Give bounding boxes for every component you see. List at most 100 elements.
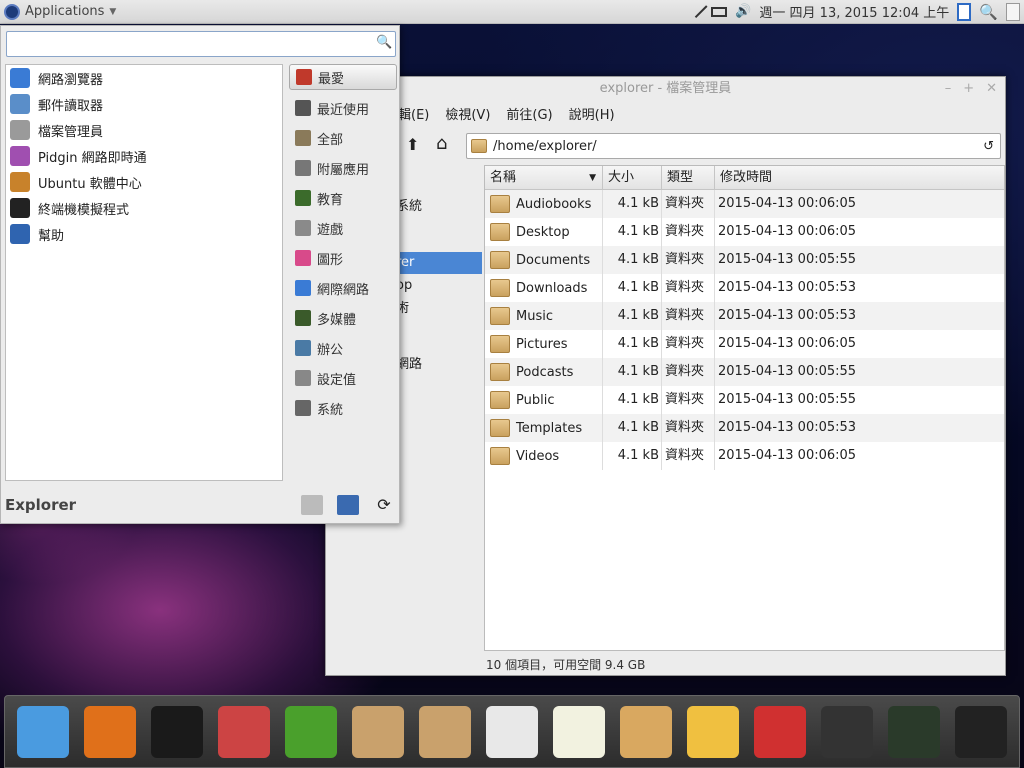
category-item[interactable]: 多媒體 bbox=[289, 303, 397, 333]
window-titlebar[interactable]: explorer - 檔案管理員 – + ✕ bbox=[326, 77, 1005, 101]
category-item[interactable]: 圖形 bbox=[289, 243, 397, 273]
table-row[interactable]: Podcasts 4.1 kB 資料夾 2015-04-13 00:05:55 bbox=[485, 358, 1004, 386]
column-name[interactable]: 名稱 ▼ bbox=[485, 166, 603, 189]
videos-folder-icon bbox=[490, 447, 510, 465]
search-icon[interactable]: 🔍 bbox=[979, 3, 998, 21]
volume-icon[interactable]: 🔊 bbox=[735, 4, 751, 19]
menu-view[interactable]: 檢視(V) bbox=[445, 104, 490, 123]
package-installer-icon[interactable] bbox=[352, 705, 404, 758]
disc-burner-icon[interactable] bbox=[754, 705, 806, 758]
system-monitor-icon[interactable] bbox=[955, 705, 1007, 758]
path-bar[interactable]: /home/explorer/ ↺ bbox=[466, 133, 1001, 159]
desktop-folder-icon bbox=[490, 223, 510, 241]
file-size: 4.1 kB bbox=[603, 330, 662, 358]
category-item[interactable]: 辦公 bbox=[289, 333, 397, 363]
column-size[interactable]: 大小 bbox=[603, 166, 662, 189]
applications-label: Applications bbox=[25, 4, 105, 19]
minimize-icon[interactable]: – bbox=[945, 77, 952, 101]
favorite-item[interactable]: 網路瀏覽器 bbox=[6, 65, 282, 91]
table-row[interactable]: Templates 4.1 kB 資料夾 2015-04-13 00:05:53 bbox=[485, 414, 1004, 442]
table-row[interactable]: Music 4.1 kB 資料夾 2015-04-13 00:05:53 bbox=[485, 302, 1004, 330]
table-row[interactable]: Pictures 4.1 kB 資料夾 2015-04-13 00:06:05 bbox=[485, 330, 1004, 358]
favorite-label: 郵件讀取器 bbox=[38, 98, 104, 114]
menu-help[interactable]: 說明(H) bbox=[569, 104, 615, 123]
games-icon bbox=[295, 220, 311, 236]
favorite-item[interactable]: 終端機模擬程式 bbox=[6, 195, 282, 221]
category-item[interactable]: 最近使用 bbox=[289, 93, 397, 123]
category-label: 遊戲 bbox=[317, 222, 344, 238]
workspace-1-icon[interactable] bbox=[957, 2, 972, 21]
favorite-item[interactable]: 郵件讀取器 bbox=[6, 91, 282, 117]
battery-icon[interactable] bbox=[711, 6, 728, 17]
pidgin-icon bbox=[10, 146, 30, 166]
file-manager-icon bbox=[10, 120, 30, 140]
menu-edit[interactable]: 輯(E) bbox=[398, 104, 429, 123]
category-item[interactable]: 教育 bbox=[289, 183, 397, 213]
category-item[interactable]: 系統 bbox=[289, 393, 397, 423]
column-modified[interactable]: 修改時間 bbox=[715, 166, 1004, 189]
workspace-2-icon[interactable] bbox=[1006, 2, 1020, 21]
favorite-item[interactable]: 檔案管理員 bbox=[6, 117, 282, 143]
favorite-item[interactable]: Ubuntu 軟體中心 bbox=[6, 169, 282, 195]
file-name: Music bbox=[516, 308, 553, 324]
blank-document-icon[interactable] bbox=[486, 705, 538, 758]
settings-manager-icon[interactable] bbox=[301, 495, 323, 515]
menu-go[interactable]: 前往(G) bbox=[506, 104, 552, 123]
home-icon[interactable]: ⌂ bbox=[436, 133, 447, 154]
close-icon[interactable]: ✕ bbox=[986, 77, 997, 101]
file-modified: 2015-04-13 00:05:55 bbox=[718, 392, 857, 407]
maximize-icon[interactable]: + bbox=[963, 77, 974, 101]
logout-icon[interactable]: ⟳ bbox=[373, 495, 395, 515]
package-download-icon[interactable] bbox=[419, 705, 471, 758]
reload-icon[interactable]: ↺ bbox=[983, 139, 994, 154]
favorite-label: Ubuntu 軟體中心 bbox=[38, 176, 142, 192]
table-row[interactable]: Audiobooks 4.1 kB 資料夾 2015-04-13 00:06:05 bbox=[485, 190, 1004, 218]
lock-screen-icon[interactable] bbox=[337, 495, 359, 515]
table-row[interactable]: Documents 4.1 kB 資料夾 2015-04-13 00:05:55 bbox=[485, 246, 1004, 274]
category-item[interactable]: 遊戲 bbox=[289, 213, 397, 243]
vlc-icon[interactable] bbox=[821, 705, 873, 758]
file-name: Templates bbox=[516, 420, 583, 436]
applications-menu: 🔍 網路瀏覽器郵件讀取器檔案管理員 Pidgin 網路即時通 Ubuntu 軟體中心… bbox=[0, 25, 400, 524]
category-item[interactable]: 網際網路 bbox=[289, 273, 397, 303]
network-icon[interactable] bbox=[695, 4, 709, 19]
firefox-icon[interactable] bbox=[84, 705, 136, 758]
help-icon bbox=[10, 224, 30, 244]
up-arrow-icon[interactable]: ⬆ bbox=[406, 135, 419, 154]
public-folder-icon bbox=[490, 391, 510, 409]
table-row[interactable]: Downloads 4.1 kB 資料夾 2015-04-13 00:05:53 bbox=[485, 274, 1004, 302]
table-row[interactable]: Videos 4.1 kB 資料夾 2015-04-13 00:06:05 bbox=[485, 442, 1004, 470]
keys-icon[interactable] bbox=[285, 705, 337, 758]
terminal-icon[interactable] bbox=[151, 705, 203, 758]
search-input[interactable]: 🔍 bbox=[6, 31, 396, 57]
category-item[interactable]: 全部 bbox=[289, 123, 397, 153]
file-list: 名稱 ▼ 大小 類型 修改時間 Audiobooks 4.1 kB 資料夾 2015-0… bbox=[484, 165, 1005, 651]
file-name: Videos bbox=[516, 448, 560, 464]
file-name: Documents bbox=[516, 252, 591, 268]
favorite-label: 網路瀏覽器 bbox=[38, 72, 104, 88]
file-modified: 2015-04-13 00:06:05 bbox=[718, 196, 857, 211]
column-type[interactable]: 類型 bbox=[662, 166, 715, 189]
category-label: 多媒體 bbox=[317, 312, 357, 328]
anchor-icon[interactable] bbox=[17, 705, 69, 758]
favorite-item[interactable]: 幫助 bbox=[6, 221, 282, 247]
applications-menu-button[interactable]: Applications ▼ bbox=[0, 0, 120, 24]
table-row[interactable]: Desktop 4.1 kB 資料夾 2015-04-13 00:06:05 bbox=[485, 218, 1004, 246]
file-size: 4.1 kB bbox=[603, 274, 662, 302]
file-size: 4.1 kB bbox=[603, 190, 662, 218]
table-row[interactable]: Public 4.1 kB 資料夾 2015-04-13 00:05:55 bbox=[485, 386, 1004, 414]
folder-icon bbox=[490, 363, 510, 381]
text-editor-icon[interactable] bbox=[553, 705, 605, 758]
camera-icon[interactable] bbox=[888, 705, 940, 758]
recent-icon bbox=[295, 100, 311, 116]
favorite-item[interactable]: Pidgin 網路即時通 bbox=[6, 143, 282, 169]
file-modified: 2015-04-13 00:05:55 bbox=[718, 364, 857, 379]
search-icon[interactable]: 🔍 bbox=[376, 35, 392, 50]
network-tool-icon[interactable] bbox=[218, 705, 270, 758]
category-item[interactable]: 設定值 bbox=[289, 363, 397, 393]
category-item[interactable]: 最愛 bbox=[289, 64, 397, 90]
paint-palette-icon[interactable] bbox=[620, 705, 672, 758]
bluetooth-app-icon[interactable] bbox=[687, 705, 739, 758]
clock[interactable]: 週一 四月 13, 2015 12:04 上午 bbox=[759, 2, 949, 21]
category-item[interactable]: 附屬應用 bbox=[289, 153, 397, 183]
